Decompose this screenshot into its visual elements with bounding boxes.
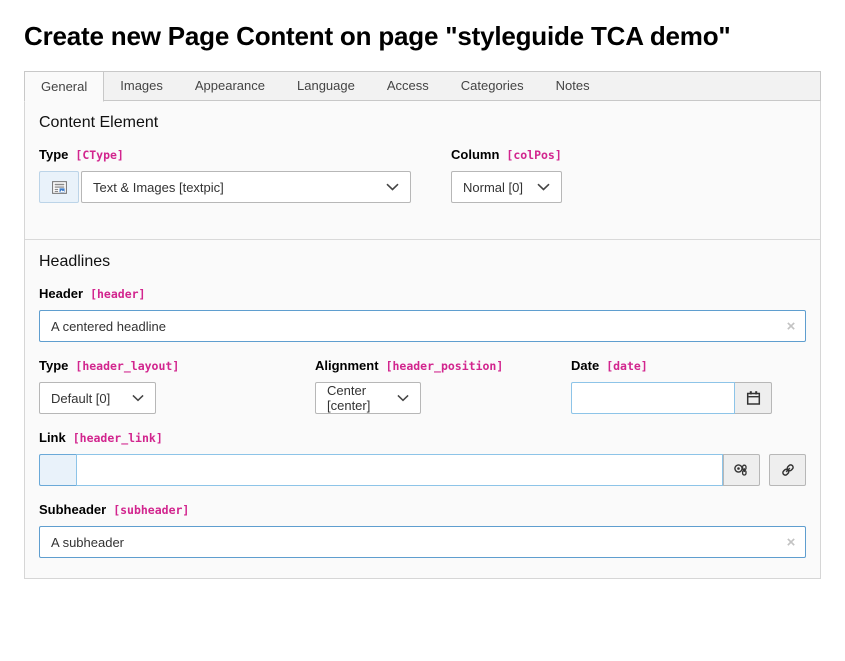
label-text: Alignment (315, 358, 379, 373)
chevron-down-icon (386, 183, 399, 191)
label-text: Link (39, 430, 66, 445)
section-heading-content-element: Content Element (39, 114, 806, 132)
field-label-date: Date [date] (571, 358, 806, 373)
field-label-colpos: Column [colPos] (451, 147, 562, 162)
label-text: Header (39, 286, 83, 301)
page-title: Create new Page Content on page "stylegu… (24, 21, 821, 52)
section-headlines: Headlines Header [header] × Type [header… (25, 239, 820, 578)
field-ctype: Type [CType] (39, 147, 451, 203)
chevron-down-icon (537, 183, 550, 191)
tca-key: [header] (90, 287, 145, 301)
tca-key: [header_position] (386, 359, 504, 373)
field-colpos: Column [colPos] Normal [0] (451, 147, 562, 219)
clear-icon[interactable]: × (776, 310, 806, 342)
preview-link-icon (733, 462, 750, 478)
label-text: Subheader (39, 502, 106, 517)
field-header-position: Alignment [header_position] Center [cent… (315, 358, 571, 414)
tab-general[interactable]: General (24, 71, 104, 102)
ctype-select-value: Text & Images [textpic] (93, 180, 224, 195)
textpic-icon (39, 171, 79, 203)
form-panel: Content Element Type [CType] (24, 101, 821, 579)
link-browser-icon (780, 462, 796, 478)
chevron-down-icon (132, 394, 144, 402)
subheader-input[interactable] (39, 526, 806, 558)
link-explanation-toggle-button[interactable] (723, 454, 760, 486)
field-label-subheader: Subheader [subheader] (39, 502, 806, 517)
tab-access[interactable]: Access (371, 71, 445, 101)
ctype-select[interactable]: Text & Images [textpic] (81, 171, 411, 203)
header-layout-select-value: Default [0] (51, 391, 110, 406)
section-heading-headlines: Headlines (39, 253, 806, 271)
tca-key: [colPos] (506, 148, 561, 162)
header-position-select-value: Center [center] (327, 383, 383, 413)
field-label-ctype: Type [CType] (39, 147, 451, 162)
field-label-header-link: Link [header_link] (39, 430, 806, 445)
field-label-header: Header [header] (39, 286, 806, 301)
header-position-select[interactable]: Center [center] (315, 382, 421, 414)
label-text: Column (451, 147, 499, 162)
tab-categories[interactable]: Categories (445, 71, 540, 101)
field-label-header-position: Alignment [header_position] (315, 358, 571, 373)
tab-images[interactable]: Images (104, 71, 179, 101)
label-text: Date (571, 358, 599, 373)
date-picker-button[interactable] (735, 382, 772, 414)
chevron-down-icon (397, 394, 409, 402)
tca-key: [subheader] (113, 503, 189, 517)
header-layout-select[interactable]: Default [0] (39, 382, 156, 414)
tca-key: [date] (606, 359, 648, 373)
clear-icon[interactable]: × (776, 526, 806, 558)
tca-key: [header_link] (73, 431, 163, 445)
section-content-element: Content Element Type [CType] (25, 101, 820, 239)
field-header-layout: Type [header_layout] Default [0] (39, 358, 315, 414)
colpos-select[interactable]: Normal [0] (451, 171, 562, 203)
tab-language[interactable]: Language (281, 71, 371, 101)
tab-appearance[interactable]: Appearance (179, 71, 281, 101)
tab-notes[interactable]: Notes (540, 71, 606, 101)
field-date: Date [date] (571, 358, 806, 414)
tca-key: [header_layout] (75, 359, 179, 373)
field-header: Header [header] × (39, 286, 806, 342)
label-text: Type (39, 147, 68, 162)
tca-key: [CType] (75, 148, 123, 162)
calendar-icon (746, 390, 761, 406)
header-link-input[interactable] (76, 454, 723, 486)
header-input[interactable] (39, 310, 806, 342)
link-icon-placeholder (39, 454, 76, 486)
label-text: Type (39, 358, 68, 373)
date-input[interactable] (571, 382, 735, 414)
field-label-header-layout: Type [header_layout] (39, 358, 315, 373)
field-header-link: Link [header_link] (39, 430, 806, 486)
tab-bar: General Images Appearance Language Acces… (24, 71, 821, 101)
field-subheader: Subheader [subheader] × (39, 502, 806, 558)
link-browser-button[interactable] (769, 454, 806, 486)
colpos-select-value: Normal [0] (463, 180, 523, 195)
